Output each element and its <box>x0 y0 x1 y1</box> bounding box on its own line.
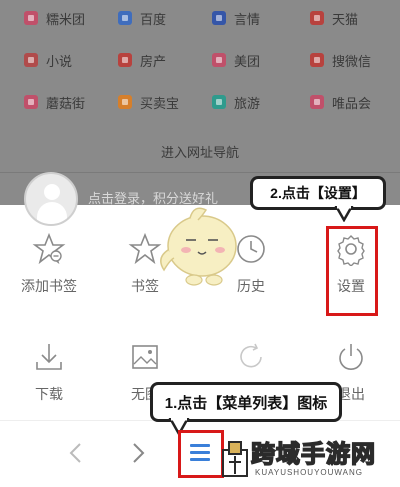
site-label: 蘑菇街 <box>46 95 86 111</box>
menu-item-label: 添加书签 <box>21 278 77 294</box>
site-link-travel[interactable]: 旅游 <box>212 90 260 114</box>
site-link-novel[interactable]: 小说 <box>24 48 72 72</box>
no-image-icon <box>132 345 158 369</box>
watermark-title: 跨域手游网 <box>250 439 376 469</box>
settings-highlight-box <box>326 226 378 316</box>
mascot-sticker-icon <box>160 207 237 286</box>
watermark-logo-icon <box>222 441 248 477</box>
user-body-icon <box>37 202 67 224</box>
site-label: 小说 <box>46 53 73 69</box>
site-shortcuts-grid: 糯米团 百度 言情 天猫 小说 房产 美团 搜微信 蘑菇街 买卖宝 旅游 唯品会 <box>0 0 400 130</box>
site-logo-icon <box>310 11 324 25</box>
download-icon <box>36 344 62 370</box>
site-logo-icon <box>212 53 226 67</box>
site-label: 房产 <box>140 53 167 69</box>
callout-step-2: 2.点击【设置】 <box>250 176 386 210</box>
menu-item-add-bookmark[interactable]: 添加书签 <box>4 232 94 296</box>
add-bookmark-icon <box>32 232 66 265</box>
site-link-house[interactable]: 房产 <box>118 48 166 72</box>
avatar[interactable] <box>24 172 78 226</box>
site-logo-icon <box>24 53 38 67</box>
watermark-subtitle: KUAYUSHOUYOUWANG <box>255 468 364 477</box>
site-link-baidu[interactable]: 百度 <box>118 6 166 30</box>
site-logo-icon <box>24 95 38 109</box>
site-link-mogujie[interactable]: 蘑菇街 <box>24 90 85 114</box>
site-logo-icon <box>24 11 38 25</box>
back-button[interactable] <box>62 440 88 466</box>
site-logo-icon <box>212 11 226 25</box>
watermark: 跨域手游网 KUAYUSHOUYOUWANG <box>215 434 400 487</box>
site-link-yanqing[interactable]: 言情 <box>212 6 260 30</box>
site-logo-icon <box>118 53 132 67</box>
site-label: 旅游 <box>234 95 261 111</box>
site-label: 天猫 <box>332 11 359 27</box>
site-link-maimaibao[interactable]: 买卖宝 <box>118 90 179 114</box>
site-label: 言情 <box>234 11 261 27</box>
site-label: 唯品会 <box>332 95 372 111</box>
power-icon <box>339 344 363 370</box>
site-label: 糯米团 <box>46 11 86 27</box>
site-link-vip[interactable]: 唯品会 <box>310 90 371 114</box>
callout-pointer <box>334 206 354 222</box>
site-logo-icon <box>310 53 324 67</box>
menu-item-refresh[interactable] <box>206 340 296 384</box>
site-label: 百度 <box>140 11 167 27</box>
site-label: 搜微信 <box>332 53 372 69</box>
site-link-wechat-search[interactable]: 搜微信 <box>310 48 371 72</box>
site-link-tmall[interactable]: 天猫 <box>310 6 358 30</box>
site-logo-icon <box>118 95 132 109</box>
site-logo-icon <box>118 11 132 25</box>
callout-step-1: 1.点击【菜单列表】图标 <box>150 382 342 422</box>
site-label: 买卖宝 <box>140 95 180 111</box>
user-head-icon <box>44 184 60 200</box>
chevron-right-icon <box>133 443 145 463</box>
menu-item-label: 下载 <box>35 386 63 402</box>
browser-screen: 糯米团 百度 言情 天猫 小说 房产 美团 搜微信 蘑菇街 买卖宝 旅游 唯品会… <box>0 0 400 487</box>
forward-button[interactable] <box>126 440 152 466</box>
portal-navigation-link[interactable]: 进入网址导航 <box>0 142 400 161</box>
login-prompt[interactable]: 点击登录，积分送好礼 <box>88 188 218 207</box>
site-link-numi[interactable]: 糯米团 <box>24 6 85 30</box>
site-logo-icon <box>212 95 226 109</box>
site-link-meituan[interactable]: 美团 <box>212 48 260 72</box>
refresh-icon <box>240 343 262 368</box>
menu-item-download[interactable]: 下载 <box>4 340 94 404</box>
site-logo-icon <box>310 95 324 109</box>
chevron-left-icon <box>69 443 81 463</box>
site-label: 美团 <box>234 53 261 69</box>
